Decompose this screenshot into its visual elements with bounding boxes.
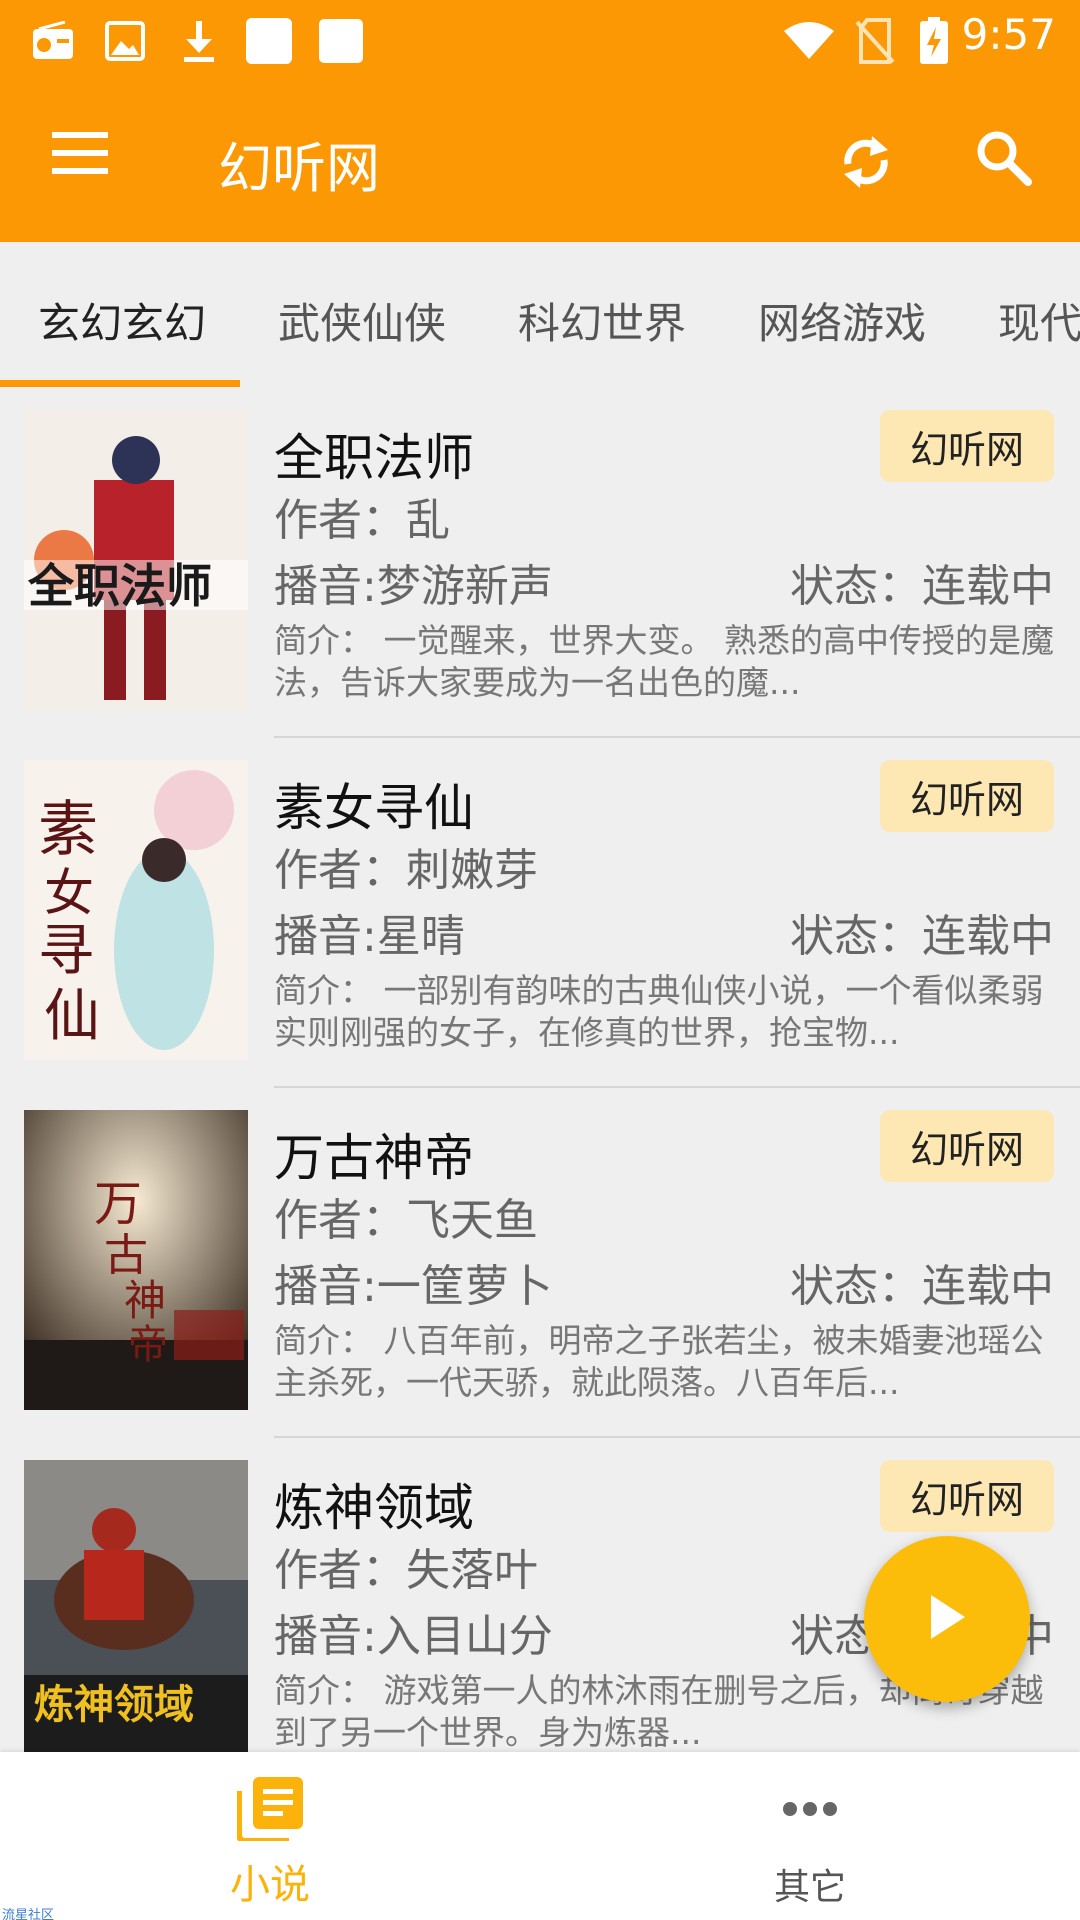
more-horizontal-icon [772, 1774, 848, 1844]
svg-text:女: 女 [44, 864, 94, 922]
svg-text:全职法师: 全职法师 [27, 559, 212, 613]
book-narrator: 播音:梦游新声 [274, 561, 553, 612]
status-bar: 9:57 [0, 0, 1080, 80]
wifi-icon [782, 18, 836, 64]
category-tabs: 玄幻玄幻 武侠仙侠 科幻世界 网络游戏 现代 [0, 242, 1080, 388]
nav-item-other[interactable]: 其它 [540, 1752, 1080, 1920]
nav-label-novels: 小说 [230, 1862, 310, 1908]
radio-icon [30, 18, 76, 64]
book-status: 状态：连载中 [790, 1261, 1054, 1312]
book-status: 状态：连载中 [790, 561, 1054, 612]
svg-text:仙: 仙 [44, 984, 100, 1049]
svg-text:帝: 帝 [128, 1322, 168, 1368]
nav-item-novels[interactable]: 小说 [0, 1752, 540, 1920]
book-author: 作者：失落叶 [274, 1545, 538, 1596]
svg-text:万: 万 [94, 1176, 142, 1232]
tab-wuxia[interactable]: 武侠仙侠 [278, 290, 446, 351]
source-badge: 幻听网 [880, 760, 1054, 832]
toolbar: 幻听网 [0, 80, 1080, 242]
clock: 9:57 [961, 10, 1056, 59]
book-cover: 素 女 寻 仙 [24, 760, 248, 1060]
book-intro: 简介： 八百年前，明帝之子张若尘，被未婚妻池瑶公主杀死，一代天骄，就此陨落。八百… [274, 1321, 1044, 1402]
source-badge: 幻听网 [880, 1460, 1054, 1532]
book-cover: 炼神领域 [24, 1460, 248, 1752]
no-sim-icon [852, 18, 898, 64]
download-icon [176, 18, 222, 64]
watermark: 流星社区 [2, 1908, 55, 1920]
book-title: 炼神领域 [274, 1479, 474, 1537]
tab-wangyou[interactable]: 网络游戏 [758, 290, 926, 351]
book-title: 素女寻仙 [274, 779, 474, 837]
svg-text:炼神领域: 炼神领域 [34, 1682, 194, 1728]
battery-charging-icon [914, 17, 954, 64]
page-title: 幻听网 [218, 137, 380, 200]
image-icon [102, 18, 148, 64]
svg-text:寻: 寻 [38, 919, 94, 984]
book-cover: 万 古 神 帝 [24, 1110, 248, 1410]
book-narrator: 播音:星晴 [274, 911, 465, 962]
book-intro: 简介： 一部别有韵味的古典仙侠小说，一个看似柔弱实则刚强的女子，在修真的世界，抢… [274, 971, 1044, 1052]
source-badge: 幻听网 [880, 410, 1054, 482]
tab-xuanhuan[interactable]: 玄幻玄幻 [38, 290, 206, 351]
book-author: 作者：刺嫩芽 [274, 845, 538, 896]
source-badge: 幻听网 [880, 1110, 1054, 1182]
book-title: 万古神帝 [274, 1129, 474, 1187]
svg-text:素: 素 [38, 795, 98, 865]
book-intro: 简介： 一觉醒来，世界大变。 熟悉的高中传授的是魔法，告诉大家要成为一名出色的魔… [274, 621, 1054, 702]
tab-kehuan[interactable]: 科幻世界 [518, 290, 686, 351]
book-list-icon [232, 1774, 308, 1844]
book-author: 作者：飞天鱼 [274, 1195, 538, 1246]
book-cover: 全职法师 [24, 410, 248, 710]
app-square-icon [318, 18, 364, 64]
book-narrator: 播音:一筐萝卜 [274, 1261, 553, 1312]
app-bar: 9:57 幻听网 [0, 0, 1080, 242]
list-item[interactable]: 全职法师 全职法师 幻听网 作者：乱 播音:梦游新声 状态：连载中 简介： 一觉… [0, 388, 1080, 738]
book-status: 状态：连载中 [790, 911, 1054, 962]
search-icon[interactable] [974, 128, 1038, 192]
refresh-icon[interactable] [836, 130, 900, 194]
list-item[interactable]: 万 古 神 帝 万古神帝 幻听网 作者：飞天鱼 播音:一筐萝卜 状态：连载中 简… [0, 1088, 1080, 1438]
play-button[interactable] [864, 1536, 1030, 1702]
svg-text:神: 神 [124, 1276, 166, 1325]
nav-label-other: 其它 [773, 1867, 846, 1908]
app-square-icon [246, 18, 292, 64]
play-icon [925, 1591, 969, 1647]
book-narrator: 播音:入目山分 [274, 1611, 553, 1662]
bottom-nav: 小说 其它 [0, 1752, 1080, 1920]
menu-icon[interactable] [50, 130, 114, 190]
list-item[interactable]: 素 女 寻 仙 素女寻仙 幻听网 作者：刺嫩芽 播音:星晴 状态：连载中 简介：… [0, 738, 1080, 1088]
book-title: 全职法师 [274, 429, 474, 487]
svg-text:古: 古 [104, 1230, 148, 1281]
tab-indicator [0, 380, 240, 387]
book-author: 作者：乱 [274, 495, 450, 546]
tab-xiandai[interactable]: 现代 [998, 290, 1080, 351]
